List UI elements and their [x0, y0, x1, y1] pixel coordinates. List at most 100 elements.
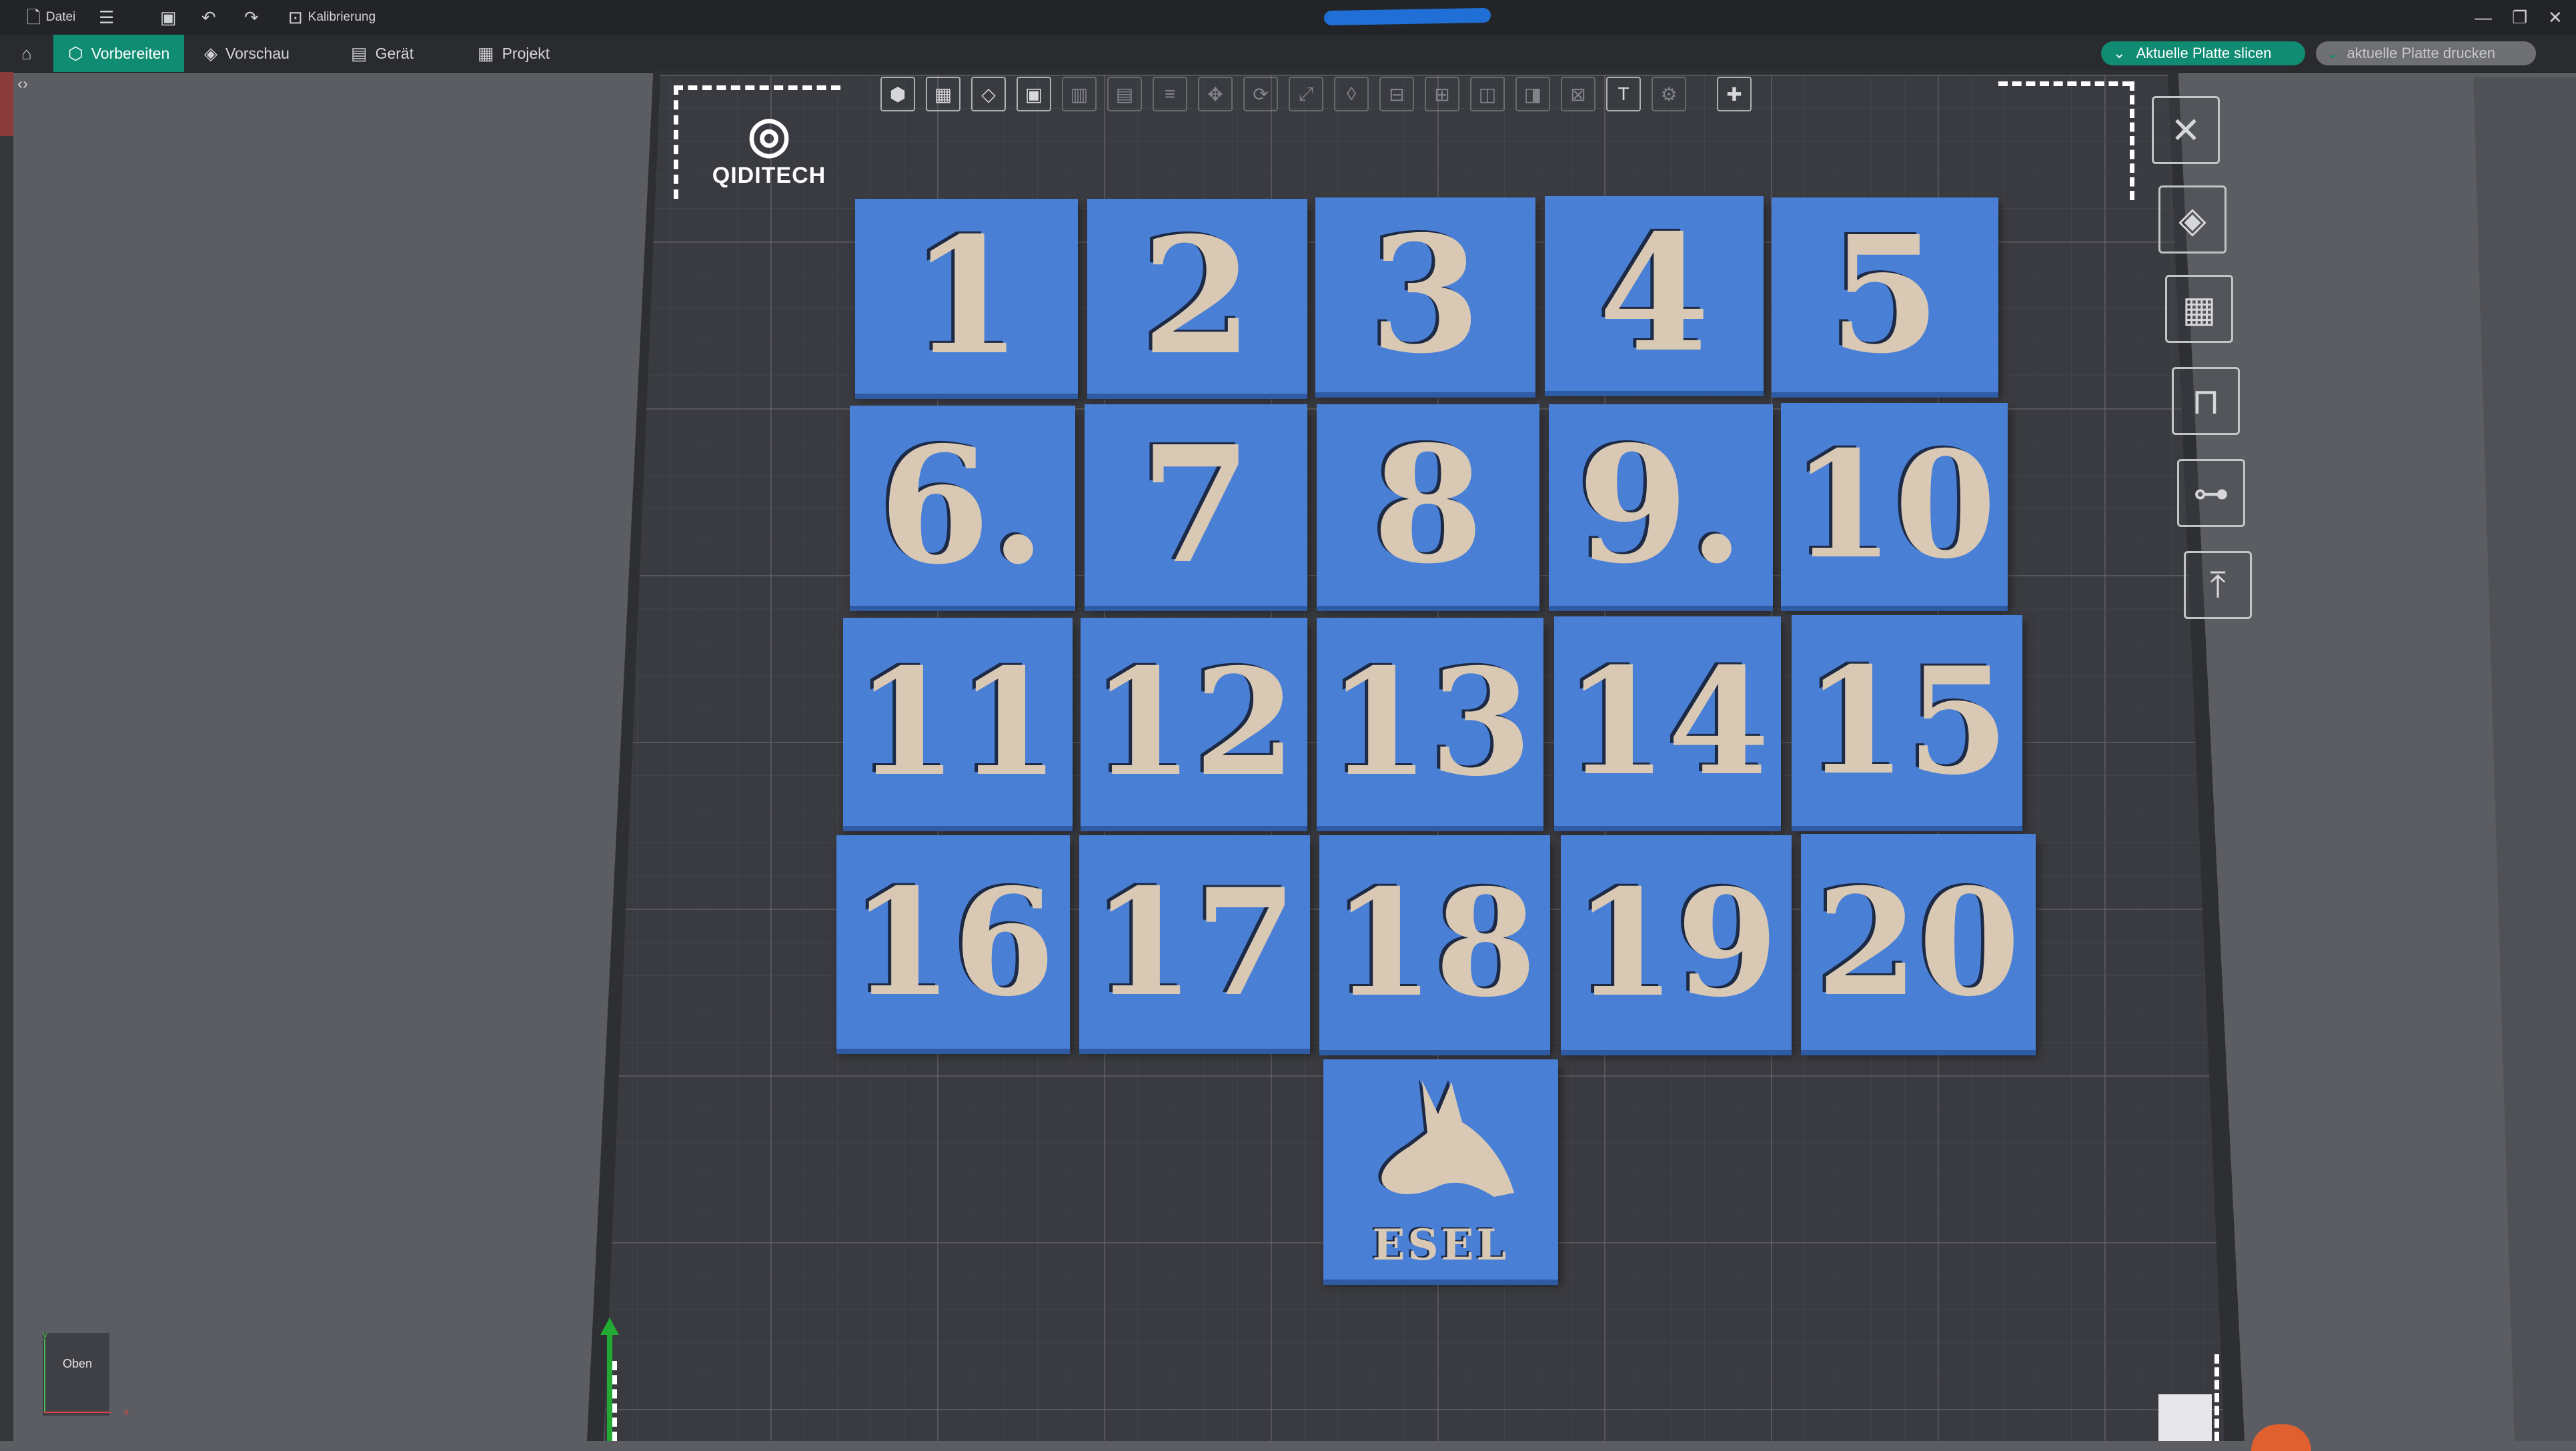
view-navigation-cube[interactable]: Oben y x: [43, 1329, 129, 1417]
file-icon: 🗋: [27, 7, 41, 27]
text-icon: T: [1618, 83, 1630, 104]
cube-icon: ⬡: [68, 43, 83, 63]
home-icon: ⌂: [21, 43, 32, 63]
tile-5[interactable]: 5: [1772, 197, 1998, 392]
restore-button[interactable]: ❐: [2512, 0, 2527, 35]
grid-icon: ▦: [934, 83, 952, 105]
tile-14[interactable]: 14: [1554, 616, 1781, 826]
plate-corner-marker: [2214, 1354, 2219, 1441]
tile-esel[interactable]: ESEL: [1323, 1059, 1558, 1280]
tile-20[interactable]: 20: [1801, 834, 2036, 1050]
seam-tool[interactable]: ◫: [1470, 77, 1505, 111]
tab-projekt[interactable]: ▦ Projekt: [478, 35, 550, 72]
tile-13[interactable]: 13: [1317, 618, 1543, 826]
tile-8[interactable]: 8: [1317, 404, 1539, 606]
paint-tool[interactable]: ◨: [1515, 77, 1550, 111]
lay-flat-icon: ◊: [1347, 83, 1356, 104]
tile-17[interactable]: 17: [1079, 835, 1310, 1049]
plate-settings-tool[interactable]: ✚: [1717, 77, 1752, 111]
save-button[interactable]: ▣: [160, 0, 177, 35]
cut-tool[interactable]: ⊟: [1379, 77, 1414, 111]
sliders-icon: ⊶: [2193, 473, 2229, 514]
close-window-button[interactable]: ✕: [2548, 0, 2563, 35]
viewport-edge: [2473, 77, 2576, 1441]
slice-plate-button[interactable]: ⌄ Aktuelle Platte slicen: [2101, 41, 2305, 65]
tile-11[interactable]: 11: [843, 618, 1073, 826]
split-parts-tool[interactable]: ▤: [1107, 77, 1142, 111]
tab-vorschau[interactable]: ◈ Vorschau: [204, 35, 289, 72]
chevron-down-icon: ⌄: [2113, 45, 2126, 61]
split-icon: ▥: [1070, 83, 1089, 105]
tile-18[interactable]: 18: [1319, 835, 1550, 1050]
tile-3[interactable]: 3: [1315, 197, 1535, 392]
support-icon: ⊞: [1434, 83, 1450, 105]
layers-tool[interactable]: ≡: [1153, 77, 1187, 111]
assembly-tool[interactable]: ⚙: [1652, 77, 1686, 111]
tab-vorbereiten[interactable]: ⬡ Vorbereiten: [53, 35, 185, 72]
close-panel-button[interactable]: ✕: [2152, 96, 2220, 164]
rotate-tool[interactable]: ⟳: [1243, 77, 1278, 111]
grid-tool[interactable]: ▦: [926, 77, 960, 111]
move-tool[interactable]: ✥: [1198, 77, 1233, 111]
orient-tool[interactable]: ◇: [971, 77, 1006, 111]
plate-corner-marker: [674, 85, 840, 90]
scale-tool[interactable]: ⤢: [1289, 77, 1323, 111]
tab-geraet[interactable]: ▤ Gerät: [351, 35, 414, 72]
tile-2[interactable]: 2: [1087, 199, 1307, 394]
slice-button-label: Aktuelle Platte slicen: [2136, 45, 2272, 61]
tile-10[interactable]: 10: [1781, 403, 2008, 606]
tile-6[interactable]: 6.: [850, 406, 1075, 606]
expand-panel-icon[interactable]: ‹›: [17, 75, 28, 93]
print-plate-button[interactable]: ⌄ aktuelle Platte drucken: [2316, 41, 2536, 65]
add-object-tool[interactable]: ⬢: [880, 77, 915, 111]
support-tool[interactable]: ⊞: [1425, 77, 1459, 111]
minimize-button[interactable]: —: [2475, 0, 2492, 35]
tile-19[interactable]: 19: [1561, 835, 1792, 1050]
split-tool[interactable]: ▥: [1062, 77, 1097, 111]
layers-icon: ◈: [204, 43, 217, 63]
corner-indicator: [2251, 1424, 2311, 1451]
text-tool[interactable]: T: [1606, 77, 1641, 111]
arrange-button[interactable]: ▦: [2165, 275, 2233, 343]
donkey-head-icon: [1378, 1079, 1514, 1197]
tile-7[interactable]: 7: [1085, 404, 1307, 606]
undo-button[interactable]: ↶: [201, 0, 216, 35]
move-icon: ✥: [1207, 83, 1223, 105]
tab-label: Vorschau: [225, 44, 289, 62]
home-button[interactable]: ⌂: [21, 35, 32, 72]
puzzle-icon: ✚: [1726, 83, 1742, 105]
close-icon: ✕: [2170, 110, 2201, 151]
redo-button[interactable]: ↷: [244, 0, 259, 35]
auto-orient-button[interactable]: ◈: [2158, 185, 2226, 254]
undo-icon: ↶: [201, 7, 216, 27]
list-icon: ☰: [99, 7, 115, 27]
rotate-icon: ⟳: [1253, 83, 1269, 105]
move-to-top-button[interactable]: ⤒: [2184, 551, 2252, 619]
tile-12[interactable]: 12: [1081, 618, 1307, 826]
save-icon: ▣: [160, 7, 177, 27]
calibration-button[interactable]: ⊡ Kalibrierung: [288, 0, 376, 35]
paint-icon: ◨: [1523, 83, 1542, 105]
layer-settings-button[interactable]: ⊶: [2177, 459, 2245, 527]
plate-corner-marker: [1998, 81, 2132, 86]
file-menu[interactable]: 🗋 Datei: [27, 0, 75, 35]
qiditech-logo: ◎ QIDITECH: [712, 107, 826, 188]
measure-tool[interactable]: ⊠: [1561, 77, 1595, 111]
tile-4[interactable]: 4: [1545, 196, 1764, 391]
assembly-icon: ⚙: [1660, 83, 1678, 105]
title-bar: 🗋 Datei ☰ ▣ ↶ ↷ ⊡ Kalibrierung — ❐ ✕: [0, 0, 2576, 35]
tile-16[interactable]: 16: [836, 835, 1070, 1049]
lock-button[interactable]: ⊓: [2172, 367, 2240, 435]
split-parts-icon: ▤: [1115, 83, 1134, 105]
redacted-title: [1323, 7, 1491, 26]
seam-icon: ◫: [1478, 83, 1497, 105]
tile-1[interactable]: 1: [855, 199, 1078, 394]
list-button[interactable]: ☰: [99, 0, 114, 35]
file-menu-label: Datei: [45, 10, 76, 24]
project-icon: ▦: [478, 43, 494, 63]
esel-label: ESEL: [1372, 1220, 1509, 1270]
arrange-tool[interactable]: ▣: [1017, 77, 1051, 111]
lay-flat-tool[interactable]: ◊: [1334, 77, 1369, 111]
tile-9[interactable]: 9.: [1549, 404, 1773, 606]
tile-15[interactable]: 15: [1792, 615, 2022, 826]
